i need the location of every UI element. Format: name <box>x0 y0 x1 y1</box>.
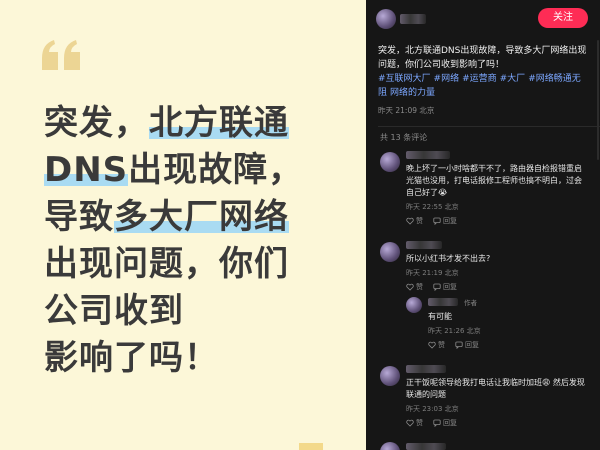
post-timestamp: 昨天 21:09 北京 <box>378 106 435 115</box>
reply-icon <box>433 419 441 427</box>
comments-panel[interactable]: 关注 突发，北方联通DNS出现故障，导致多大厂网络出现问题，你们公司收到影响了吗… <box>366 0 600 450</box>
cover-headline: 突发，北方联通 DNS出现故障， 导致多大厂网络 出现问题，你们 公司收到 影响… <box>44 100 344 382</box>
like-label: 赞 <box>416 283 423 291</box>
author-name-blurred[interactable] <box>400 14 426 24</box>
scrollbar[interactable] <box>597 40 599 160</box>
divider <box>378 126 600 127</box>
commenter-name-blurred[interactable] <box>406 151 450 159</box>
reply-icon <box>455 341 463 349</box>
reply-button[interactable]: 回复 <box>433 418 457 428</box>
comment-actions: 赞 回复 <box>406 418 586 428</box>
tag-link[interactable]: 网络的力量 <box>390 88 435 98</box>
headline-line-4: 出现问题，你们 <box>44 244 289 284</box>
like-button[interactable]: 赞 <box>406 282 423 292</box>
post-cover-card: 突发，北方联通 DNS出现故障， 导致多大厂网络 出现问题，你们 公司收到 影响… <box>0 0 366 450</box>
reply-item: 作者 有可能 昨天 21:26 北京 赞 回复 <box>428 297 586 350</box>
post-text: 突发，北方联通DNS出现故障，导致多大厂网络出现问题，你们公司收到影响了吗！ <box>378 46 587 70</box>
reply-label: 回复 <box>443 217 457 225</box>
headline-highlight: 北方联通 <box>149 103 289 143</box>
reply-author: 作者 <box>428 297 586 307</box>
comment-item: 正干饭呢领导给我打电话让我临时加班😩 然后发现联通的问题 昨天 23:03 北京… <box>406 365 586 428</box>
commenter-avatar[interactable] <box>380 152 400 172</box>
tag-link[interactable]: #互联网大厂 <box>378 74 431 84</box>
post-body: 突发，北方联通DNS出现故障，导致多大厂网络出现问题，你们公司收到影响了吗！ #… <box>378 44 592 118</box>
heart-icon <box>406 419 414 427</box>
comment-actions: 赞 回复 <box>406 216 586 226</box>
commenter-avatar[interactable] <box>380 442 400 450</box>
heart-icon <box>406 283 414 291</box>
like-button[interactable]: 赞 <box>406 418 423 428</box>
headline-line-5: 公司收到 <box>44 291 184 331</box>
commenter-name-blurred[interactable] <box>406 241 442 249</box>
comment-text: 所以小红书才发不出去? <box>406 254 491 263</box>
decorative-bar <box>299 443 323 450</box>
reply-icon <box>433 217 441 225</box>
like-label: 赞 <box>416 419 423 427</box>
comment-text: 正干饭呢领导给我打电话让我临时加班😩 然后发现联通的问题 <box>406 378 585 399</box>
post-tags: #互联网大厂 #网络 #运营商 #大厂 #网络畅通无阻 网络的力量 <box>378 72 592 100</box>
headline-highlight: 多大厂网络 <box>114 197 289 237</box>
reply-icon <box>433 283 441 291</box>
like-label: 赞 <box>416 217 423 225</box>
comment-timestamp: 昨天 21:19 北京 <box>406 269 459 277</box>
comment-item: 晚上坏了一小时啥都干不了，路由器自检报错重启光猫也没用，打电话报修工程师也搞不明… <box>406 151 586 226</box>
comment-text: 有可能 <box>428 312 452 321</box>
comment-actions: 赞 回复 <box>406 282 586 292</box>
like-button[interactable]: 赞 <box>406 216 423 226</box>
comment-timestamp: 昨天 22:55 北京 <box>406 203 459 211</box>
commenter-avatar[interactable] <box>380 242 400 262</box>
tag-link[interactable]: #运营商 <box>462 74 497 84</box>
tag-link[interactable]: #网络 <box>434 74 460 84</box>
comment-count: 共 13 条评论 <box>380 133 428 142</box>
heart-icon <box>406 217 414 225</box>
reply-button[interactable]: 回复 <box>433 282 457 292</box>
quote-mark-icon <box>42 40 80 70</box>
like-button[interactable]: 赞 <box>428 340 445 350</box>
reply-label: 回复 <box>465 341 479 349</box>
commenter-name-blurred[interactable] <box>406 365 446 373</box>
tag-link[interactable]: #大厂 <box>500 74 526 84</box>
headline-line-1: 突发，北方联通 <box>44 100 344 147</box>
headline-line-3: 导致多大厂网络 <box>44 194 344 241</box>
comment-timestamp: 昨天 23:03 北京 <box>406 405 459 413</box>
headline-text: 突发， <box>44 103 149 143</box>
headline-text: 导致 <box>44 197 114 237</box>
headline-highlight: DNS <box>44 150 129 190</box>
comment-item: 所以小红书才发不出去? 昨天 21:19 北京 赞 回复 <box>406 241 586 292</box>
reply-button[interactable]: 回复 <box>433 216 457 226</box>
like-label: 赞 <box>438 341 445 349</box>
reply-label: 回复 <box>443 419 457 427</box>
headline-line-6: 影响了吗！ <box>44 338 219 378</box>
author-avatar[interactable] <box>376 9 396 29</box>
screen: 突发，北方联通 DNS出现故障， 导致多大厂网络 出现问题，你们 公司收到 影响… <box>0 0 600 450</box>
headline-line-2: DNS出现故障， <box>44 147 344 194</box>
author-badge: 作者 <box>464 299 477 307</box>
headline-text: 出现故障， <box>128 150 304 190</box>
commenter-name-blurred[interactable] <box>406 443 446 450</box>
heart-icon <box>428 341 436 349</box>
reply-label: 回复 <box>443 283 457 291</box>
commenter-avatar[interactable] <box>406 297 422 313</box>
commenter-name-blurred[interactable] <box>428 298 458 306</box>
comment-text: 晚上坏了一小时啥都干不了，路由器自检报错重启光猫也没用，打电话报修工程师也搞不明… <box>406 164 582 197</box>
follow-button[interactable]: 关注 <box>538 8 588 28</box>
commenter-avatar[interactable] <box>380 366 400 386</box>
comment-timestamp: 昨天 21:26 北京 <box>428 327 481 335</box>
reply-button[interactable]: 回复 <box>455 340 479 350</box>
comment-actions: 赞 回复 <box>428 340 586 350</box>
author-header: 关注 <box>366 0 600 38</box>
